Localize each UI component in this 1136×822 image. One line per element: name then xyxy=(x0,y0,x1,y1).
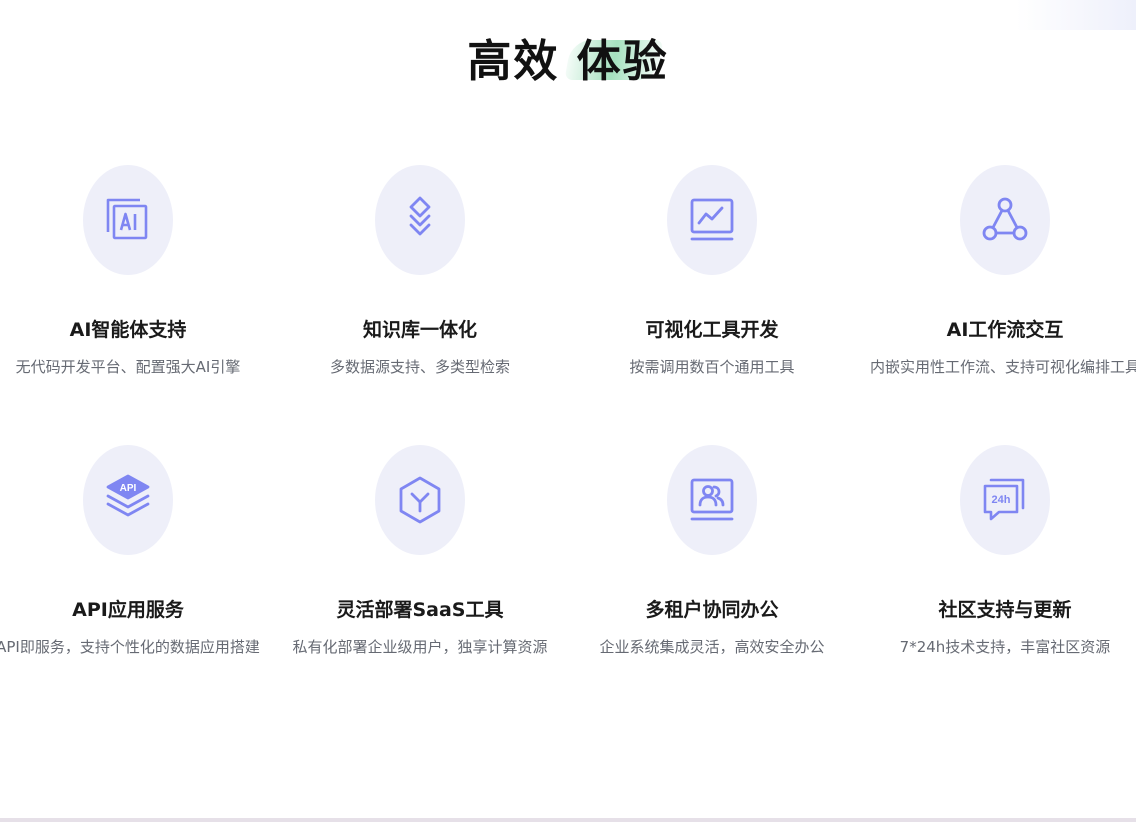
feature-desc: 按需调用数百个通用工具 xyxy=(629,358,795,376)
feature-card: 可视化工具开发 按需调用数百个通用工具 xyxy=(572,165,852,377)
feature-icon-circle xyxy=(375,445,465,555)
bottom-divider xyxy=(0,818,1136,822)
feature-card: AI智能体支持 无代码开发平台、配置强大AI引擎 xyxy=(0,165,268,377)
feature-card: 24h 社区支持与更新 7*24h技术支持，丰富社区资源 xyxy=(865,445,1136,657)
page-title: 高效 体验 xyxy=(467,36,669,87)
chart-monitor-icon xyxy=(690,198,734,241)
layers-diamond-icon xyxy=(409,196,431,236)
workflow-nodes-icon xyxy=(982,197,1028,241)
feature-title: API应用服务 xyxy=(72,599,184,621)
svg-text:24h: 24h xyxy=(992,494,1011,506)
feature-card: 知识库一体化 多数据源支持、多类型检索 xyxy=(280,165,560,377)
svg-text:API: API xyxy=(120,483,137,494)
feature-desc: 7*24h技术支持，丰富社区资源 xyxy=(899,638,1111,656)
feature-card: AI工作流交互 内嵌实用性工作流、支持可视化编排工具 xyxy=(865,165,1136,377)
hexagon-y-icon xyxy=(399,476,441,524)
feature-icon-circle xyxy=(960,165,1050,275)
feature-title: 多租户协同办公 xyxy=(645,599,779,621)
feature-grid: AI智能体支持 无代码开发平台、配置强大AI引擎 知识库一体化 多数据源支持、多… xyxy=(0,0,1136,822)
feature-icon-circle xyxy=(667,445,757,555)
feature-title: 灵活部署SaaS工具 xyxy=(336,599,504,621)
feature-icon-circle: 24h xyxy=(960,445,1050,555)
feature-title: AI智能体支持 xyxy=(69,319,187,341)
chat-24h-icon: 24h xyxy=(983,478,1025,521)
feature-card: 灵活部署SaaS工具 私有化部署企业级用户，独享计算资源 xyxy=(280,445,560,657)
feature-desc: 私有化部署企业级用户，独享计算资源 xyxy=(292,638,548,656)
feature-card: API API应用服务 API即服务，支持个性化的数据应用搭建 xyxy=(0,445,268,657)
feature-title: 社区支持与更新 xyxy=(938,599,1072,621)
feature-desc: 多数据源支持、多类型检索 xyxy=(329,358,510,376)
feature-title: 知识库一体化 xyxy=(362,319,477,341)
feature-icon-circle xyxy=(667,165,757,275)
feature-icon-circle: API xyxy=(83,445,173,555)
feature-icon-circle xyxy=(375,165,465,275)
feature-desc: 无代码开发平台、配置强大AI引擎 xyxy=(15,358,241,376)
feature-card: 多租户协同办公 企业系统集成灵活，高效安全办公 xyxy=(572,445,852,657)
feature-desc: API即服务，支持个性化的数据应用搭建 xyxy=(0,638,260,656)
feature-desc: 企业系统集成灵活，高效安全办公 xyxy=(599,638,825,656)
feature-title: 可视化工具开发 xyxy=(645,319,779,341)
feature-desc: 内嵌实用性工作流、支持可视化编排工具 xyxy=(869,358,1136,376)
feature-icon-circle xyxy=(83,165,173,275)
ai-window-icon xyxy=(106,198,148,240)
feature-title: AI工作流交互 xyxy=(946,319,1064,341)
api-stack-icon: API xyxy=(106,474,150,517)
page: 高效 体验 AI智能体支持 无代码开发平台、配置强大AI引擎 知识库一体化 多数… xyxy=(0,0,1136,822)
users-monitor-icon xyxy=(690,478,734,521)
